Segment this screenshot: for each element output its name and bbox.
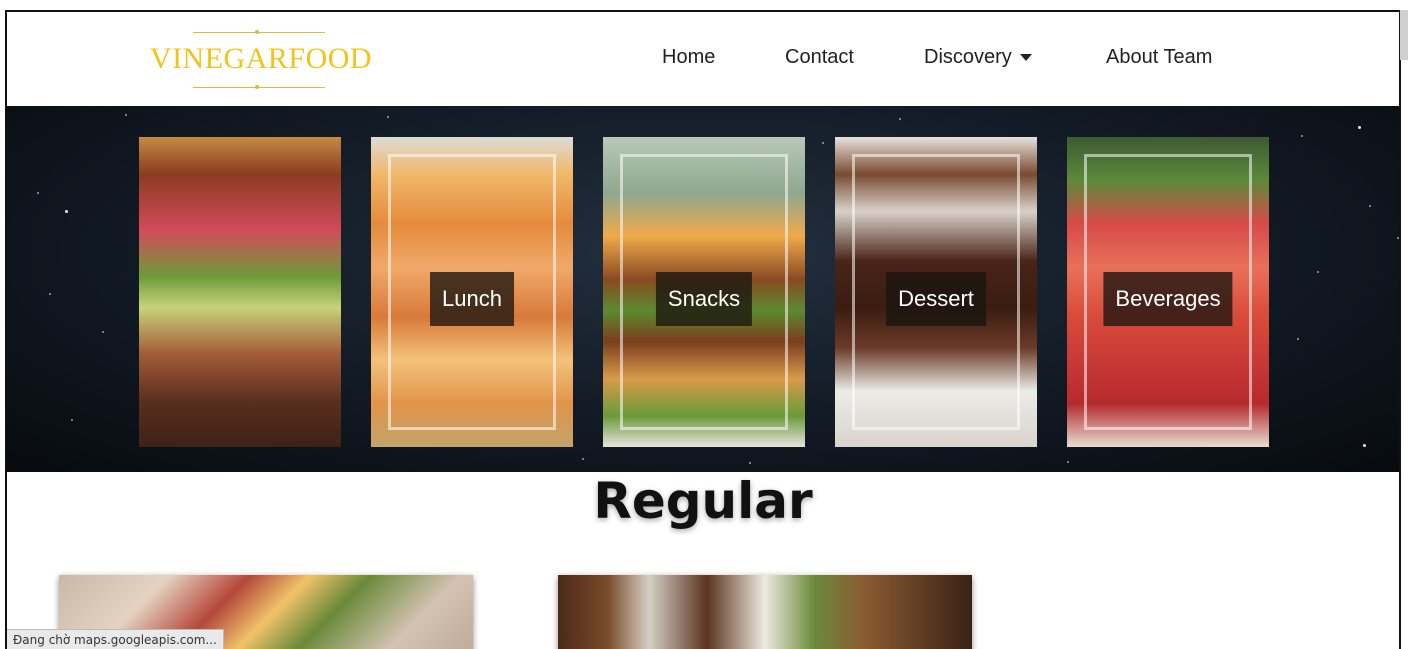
category-banner: Lunch Snacks Dessert Beverages [7,106,1399,472]
category-label: Snacks [655,272,753,326]
dish-card[interactable] [558,575,972,649]
category-label: Dessert [886,272,986,326]
nav-home[interactable]: Home [662,46,715,69]
logo-rule-bottom [193,87,325,88]
star [37,192,39,194]
caret-down-icon [1019,54,1032,62]
star [1358,126,1361,129]
status-bar: Đang chờ maps.googleapis.com... [7,629,224,649]
star [1363,444,1366,447]
category-card-salad[interactable] [139,137,341,447]
logo-rule-top [193,32,325,33]
star [1067,461,1069,463]
logo-dot-top [255,30,259,34]
star [749,462,751,464]
star [1301,135,1303,137]
category-card-snacks[interactable]: Snacks [603,137,805,447]
brand-name: VINEGARFOOD [149,42,373,75]
category-card-dessert[interactable]: Dessert [835,137,1037,447]
star [125,114,127,116]
star [1297,338,1299,340]
star [71,419,73,421]
navbar: VINEGARFOOD Home Contact Discovery About… [7,12,1399,106]
category-label: Lunch [430,272,514,326]
nav-contact[interactable]: Contact [785,46,854,69]
nav-discovery[interactable]: Discovery [924,46,1032,69]
star [387,116,389,118]
section-title: Regular [593,472,813,530]
star [102,331,104,333]
category-label: Beverages [1103,272,1233,326]
nav-about-team[interactable]: About Team [1106,46,1212,69]
page-frame: VINEGARFOOD Home Contact Discovery About… [5,10,1401,649]
star [1369,205,1371,207]
logo-dot-bottom [255,85,259,89]
star [582,458,584,460]
brand-logo[interactable]: VINEGARFOOD [147,20,377,96]
category-card-lunch[interactable]: Lunch [371,137,573,447]
star [1397,237,1399,239]
star [65,210,68,213]
star [1317,271,1319,273]
nav-discovery-label: Discovery [924,46,1012,68]
category-card-beverages[interactable]: Beverages [1067,137,1269,447]
star [899,118,901,120]
star [49,293,51,295]
star [822,142,824,144]
scrollbar-thumb[interactable] [1400,10,1408,60]
